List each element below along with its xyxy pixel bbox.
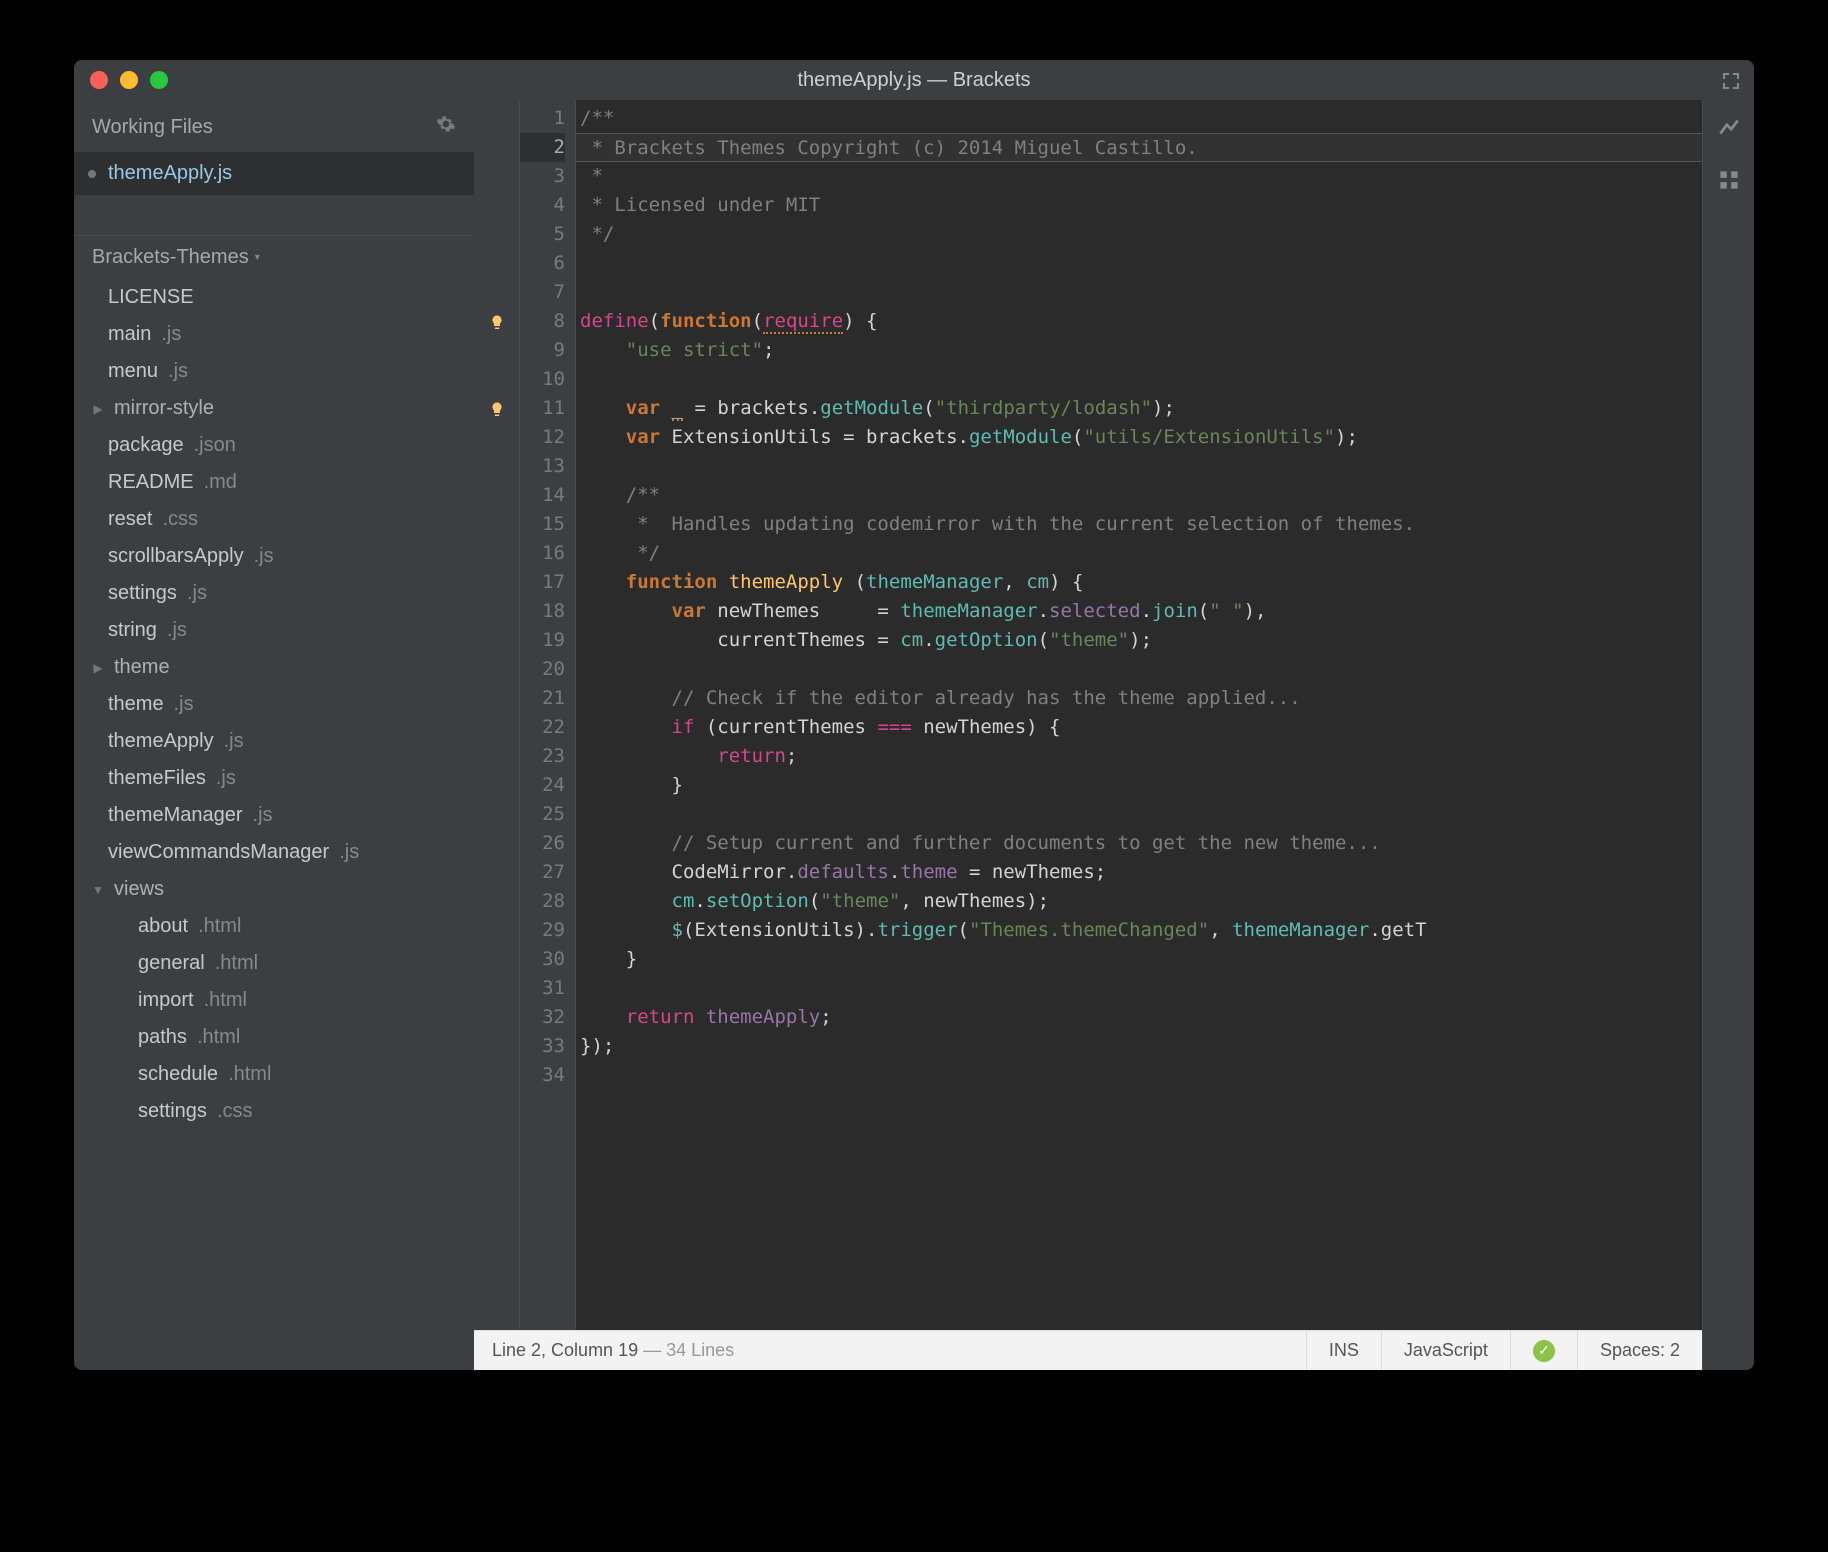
code-content[interactable]: /** * Brackets Themes Copyright (c) 2014…	[576, 100, 1702, 1330]
file-item[interactable]: themeFiles.js	[74, 760, 474, 797]
file-item[interactable]: themeManager.js	[74, 797, 474, 834]
statusbar: Line 2, Column 19 — 34 Lines INS JavaScr…	[474, 1330, 1702, 1370]
indent-settings[interactable]: Spaces: 2	[1577, 1331, 1702, 1370]
folder-item[interactable]: ▶ mirror-style	[74, 390, 474, 427]
file-item[interactable]: about.html	[74, 908, 474, 945]
insert-mode[interactable]: INS	[1306, 1331, 1381, 1370]
file-item[interactable]: README.md	[74, 464, 474, 501]
working-files-header[interactable]: Working Files	[74, 100, 474, 152]
file-item[interactable]: reset.css	[74, 501, 474, 538]
file-item[interactable]: scrollbarsApply.js	[74, 538, 474, 575]
file-item[interactable]: settings.js	[74, 575, 474, 612]
working-files-list: themeApply.js	[74, 152, 474, 195]
file-tree[interactable]: LICENSEmain.jsmenu.js▶ mirror-stylepacka…	[74, 279, 474, 1370]
modified-dot-icon	[88, 170, 96, 178]
chevron-down-icon: ▾	[255, 252, 260, 263]
fullscreen-icon[interactable]	[1722, 72, 1740, 95]
marker-gutter	[474, 100, 520, 1330]
language-mode[interactable]: JavaScript	[1381, 1331, 1510, 1370]
gear-icon[interactable]	[436, 114, 456, 140]
window-title: themeApply.js — Brackets	[74, 69, 1754, 92]
right-toolbar	[1702, 100, 1754, 1370]
file-item[interactable]: string.js	[74, 612, 474, 649]
application-window: themeApply.js — Brackets Working Files t…	[74, 60, 1754, 1370]
file-item[interactable]: LICENSE	[74, 279, 474, 316]
file-item[interactable]: general.html	[74, 945, 474, 982]
working-files-label: Working Files	[92, 116, 213, 139]
disclosure-triangle-icon: ▼	[92, 883, 104, 897]
file-item[interactable]: schedule.html	[74, 1056, 474, 1093]
project-name: Brackets-Themes	[92, 246, 249, 269]
project-header[interactable]: Brackets-Themes ▾	[74, 235, 474, 279]
main-area: Working Files themeApply.js Brackets-The…	[74, 100, 1754, 1370]
live-preview-icon[interactable]	[1716, 114, 1742, 145]
lightbulb-icon[interactable]	[488, 399, 508, 419]
file-item[interactable]: menu.js	[74, 353, 474, 390]
working-file-item[interactable]: themeApply.js	[74, 152, 474, 195]
sidebar: Working Files themeApply.js Brackets-The…	[74, 100, 474, 1370]
folder-item[interactable]: ▶ theme	[74, 649, 474, 686]
cursor-position[interactable]: Line 2, Column 19 — 34 Lines	[474, 1340, 1306, 1361]
file-item[interactable]: import.html	[74, 982, 474, 1019]
titlebar: themeApply.js — Brackets	[74, 60, 1754, 100]
file-item[interactable]: themeApply.js	[74, 723, 474, 760]
folder-item[interactable]: ▼ views	[74, 871, 474, 908]
code-editor[interactable]: 1234567891011121314151617181920212223242…	[474, 100, 1702, 1330]
disclosure-triangle-icon: ▶	[92, 661, 104, 675]
editor-area: 1234567891011121314151617181920212223242…	[474, 100, 1702, 1370]
line-number-gutter[interactable]: 1234567891011121314151617181920212223242…	[520, 100, 576, 1330]
file-item[interactable]: main.js	[74, 316, 474, 353]
lint-status[interactable]: ✓	[1510, 1331, 1577, 1370]
extension-manager-icon[interactable]	[1716, 167, 1742, 198]
check-icon: ✓	[1533, 1340, 1555, 1362]
file-item[interactable]: viewCommandsManager.js	[74, 834, 474, 871]
file-item[interactable]: settings.css	[74, 1093, 474, 1130]
lightbulb-icon[interactable]	[488, 312, 508, 332]
file-item[interactable]: theme.js	[74, 686, 474, 723]
disclosure-triangle-icon: ▶	[92, 402, 104, 416]
file-item[interactable]: package.json	[74, 427, 474, 464]
file-item[interactable]: paths.html	[74, 1019, 474, 1056]
